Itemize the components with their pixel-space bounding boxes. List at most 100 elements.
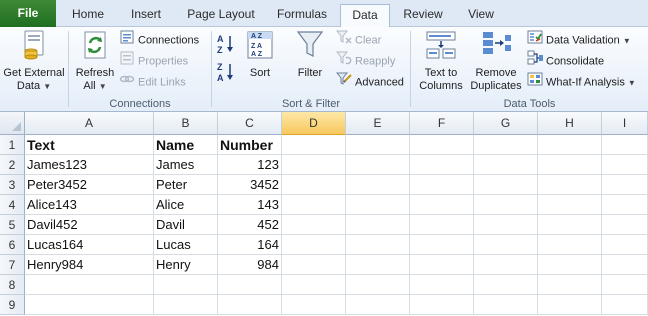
cell-c1[interactable]: Number	[218, 135, 282, 155]
cell-i6[interactable]	[602, 235, 648, 255]
cell-a3[interactable]: Peter3452	[25, 175, 154, 195]
cell-b9[interactable]	[154, 295, 218, 315]
cell-e1[interactable]	[346, 135, 410, 155]
cell-b2[interactable]: James	[154, 155, 218, 175]
cell-h6[interactable]	[538, 235, 602, 255]
sort-button[interactable]: A ZZ AA Z Sort	[242, 29, 278, 80]
cell-e6[interactable]	[346, 235, 410, 255]
cell-e5[interactable]	[346, 215, 410, 235]
row-header-2[interactable]: 2	[0, 155, 25, 175]
refresh-all-button[interactable]: Refresh All ▼	[71, 29, 119, 93]
tab-file[interactable]: File	[0, 0, 56, 27]
column-header-g[interactable]: G	[474, 112, 538, 135]
row-header-7[interactable]: 7	[0, 255, 25, 275]
cell-a9[interactable]	[25, 295, 154, 315]
cell-h5[interactable]	[538, 215, 602, 235]
column-header-a[interactable]: A	[25, 112, 154, 135]
cell-i4[interactable]	[602, 195, 648, 215]
cell-b7[interactable]: Henry	[154, 255, 218, 275]
what-if-analysis-button[interactable]: What-If Analysis ▼	[527, 71, 636, 91]
select-all-button[interactable]	[0, 112, 25, 135]
cell-c5[interactable]: 452	[218, 215, 282, 235]
row-header-9[interactable]: 9	[0, 295, 25, 315]
cell-e7[interactable]	[346, 255, 410, 275]
cell-d5[interactable]	[282, 215, 346, 235]
cell-g2[interactable]	[474, 155, 538, 175]
cell-i8[interactable]	[602, 275, 648, 295]
tab-formulas[interactable]: Formulas	[268, 4, 336, 27]
cell-b8[interactable]	[154, 275, 218, 295]
cell-h2[interactable]	[538, 155, 602, 175]
cell-a6[interactable]: Lucas164	[25, 235, 154, 255]
row-header-1[interactable]: 1	[0, 135, 25, 155]
cell-d7[interactable]	[282, 255, 346, 275]
data-validation-button[interactable]: Data Validation ▼	[527, 29, 631, 49]
tab-page-layout[interactable]: Page Layout	[178, 4, 264, 27]
reapply-button[interactable]: Reapply	[335, 50, 395, 70]
cell-f3[interactable]	[410, 175, 474, 195]
tab-insert[interactable]: Insert	[118, 4, 174, 27]
row-header-6[interactable]: 6	[0, 235, 25, 255]
column-header-e[interactable]: E	[346, 112, 410, 135]
cell-d8[interactable]	[282, 275, 346, 295]
column-header-c[interactable]: C	[218, 112, 282, 135]
column-header-i[interactable]: I	[602, 112, 648, 135]
cell-f7[interactable]	[410, 255, 474, 275]
get-external-data-button[interactable]: Get External Data ▼	[2, 29, 66, 93]
cell-f4[interactable]	[410, 195, 474, 215]
sort-z-to-a-button[interactable]: ZA	[216, 61, 239, 85]
cell-a2[interactable]: James123	[25, 155, 154, 175]
cell-f6[interactable]	[410, 235, 474, 255]
cell-f2[interactable]	[410, 155, 474, 175]
advanced-filter-button[interactable]: Advanced	[335, 71, 404, 91]
cell-b1[interactable]: Name	[154, 135, 218, 155]
remove-duplicates-button[interactable]: Remove Duplicates	[467, 29, 525, 93]
properties-button[interactable]: Properties	[119, 50, 188, 70]
cell-i1[interactable]	[602, 135, 648, 155]
cell-a7[interactable]: Henry984	[25, 255, 154, 275]
cell-c9[interactable]	[218, 295, 282, 315]
cell-h3[interactable]	[538, 175, 602, 195]
sort-a-to-z-button[interactable]: AZ	[216, 33, 239, 57]
clear-filter-button[interactable]: Clear	[335, 29, 381, 49]
cell-c6[interactable]: 164	[218, 235, 282, 255]
cell-g3[interactable]	[474, 175, 538, 195]
tab-view[interactable]: View	[456, 4, 506, 27]
cell-g4[interactable]	[474, 195, 538, 215]
cell-h9[interactable]	[538, 295, 602, 315]
cell-e8[interactable]	[346, 275, 410, 295]
cell-d1[interactable]	[282, 135, 346, 155]
cell-g6[interactable]	[474, 235, 538, 255]
cell-d6[interactable]	[282, 235, 346, 255]
cell-i5[interactable]	[602, 215, 648, 235]
row-header-8[interactable]: 8	[0, 275, 25, 295]
cell-e4[interactable]	[346, 195, 410, 215]
row-header-4[interactable]: 4	[0, 195, 25, 215]
cell-f8[interactable]	[410, 275, 474, 295]
row-header-5[interactable]: 5	[0, 215, 25, 235]
cell-i9[interactable]	[602, 295, 648, 315]
cell-e9[interactable]	[346, 295, 410, 315]
cell-f5[interactable]	[410, 215, 474, 235]
cell-f9[interactable]	[410, 295, 474, 315]
connections-button[interactable]: Connections	[119, 29, 199, 49]
cell-a5[interactable]: Davil452	[25, 215, 154, 235]
cell-b6[interactable]: Lucas	[154, 235, 218, 255]
cell-d9[interactable]	[282, 295, 346, 315]
cell-g7[interactable]	[474, 255, 538, 275]
cell-e3[interactable]	[346, 175, 410, 195]
cell-g9[interactable]	[474, 295, 538, 315]
cell-b5[interactable]: Davil	[154, 215, 218, 235]
cell-c3[interactable]: 3452	[218, 175, 282, 195]
row-header-3[interactable]: 3	[0, 175, 25, 195]
cell-d3[interactable]	[282, 175, 346, 195]
cell-a4[interactable]: Alice143	[25, 195, 154, 215]
cell-a8[interactable]	[25, 275, 154, 295]
cell-c8[interactable]	[218, 275, 282, 295]
column-header-f[interactable]: F	[410, 112, 474, 135]
cell-b3[interactable]: Peter	[154, 175, 218, 195]
cell-h8[interactable]	[538, 275, 602, 295]
column-header-b[interactable]: B	[154, 112, 218, 135]
cell-d4[interactable]	[282, 195, 346, 215]
tab-home[interactable]: Home	[62, 4, 114, 27]
